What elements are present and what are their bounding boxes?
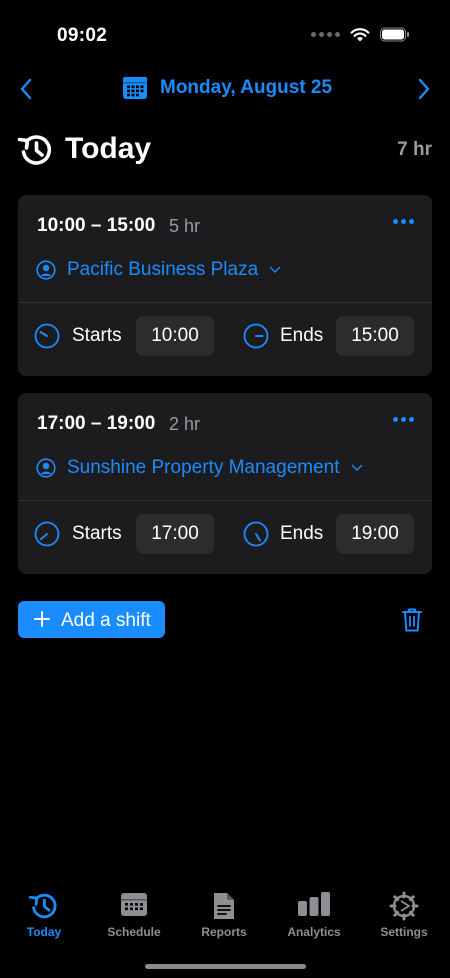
time-row: Starts 10:00 Ends 15:00	[18, 316, 432, 356]
tab-label: Settings	[380, 925, 428, 939]
tab-schedule[interactable]: Schedule	[94, 888, 174, 944]
tab-label: Today	[26, 925, 62, 939]
shift-time-range: 17:00 – 19:00	[37, 413, 156, 434]
clock-start-icon	[34, 323, 60, 349]
person-circle-icon	[36, 458, 56, 478]
shift-more-button[interactable]	[393, 417, 414, 422]
client-name: Pacific Business Plaza	[67, 259, 259, 280]
starts-label: Starts	[72, 523, 122, 544]
shift-duration: 2 hr	[169, 414, 201, 434]
home-indicator	[145, 964, 306, 969]
document-icon	[214, 893, 234, 919]
starts-label: Starts	[72, 325, 122, 346]
history-clock-icon	[17, 135, 52, 165]
shift-more-button[interactable]	[393, 219, 414, 224]
chevron-left-icon	[20, 78, 32, 100]
status-time: 09:02	[57, 25, 108, 46]
time-row: Starts 17:00 Ends 19:00	[18, 514, 432, 554]
total-hours: 7 hr	[397, 139, 432, 160]
wifi-icon	[350, 28, 370, 42]
plus-icon	[34, 611, 50, 627]
person-circle-icon	[36, 260, 56, 280]
shift-time-range: 10:00 – 15:00	[37, 215, 156, 236]
end-time-field[interactable]: 15:00	[336, 316, 414, 356]
calendar-grid-icon	[121, 893, 147, 916]
status-icons	[311, 27, 410, 42]
ends-label: Ends	[280, 325, 324, 346]
tab-label: Schedule	[107, 925, 161, 939]
client-name: Sunshine Property Management	[67, 457, 340, 478]
start-time-field[interactable]: 10:00	[136, 316, 214, 356]
chevron-down-icon	[269, 266, 281, 273]
status-bar: 09:02	[0, 0, 450, 60]
next-day-button[interactable]	[412, 76, 436, 102]
divider	[18, 302, 432, 303]
divider	[18, 500, 432, 501]
start-time-field[interactable]: 17:00	[136, 514, 214, 554]
shift-duration: 5 hr	[169, 216, 201, 236]
chevron-down-icon	[351, 464, 362, 471]
clock-end-icon	[243, 323, 269, 349]
client-selector[interactable]: Sunshine Property Management	[36, 457, 363, 479]
tab-label: Analytics	[287, 925, 341, 939]
end-time-field[interactable]: 19:00	[336, 514, 414, 554]
page-title: Today	[65, 132, 152, 165]
tab-label: Reports	[201, 925, 247, 939]
calendar-icon	[123, 77, 147, 99]
bar-chart-icon	[298, 892, 330, 916]
tab-analytics[interactable]: Analytics	[274, 888, 354, 944]
gear-icon	[389, 891, 419, 921]
today-header: Today 7 hr	[17, 130, 432, 170]
ends-label: Ends	[280, 523, 324, 544]
tab-bar: Today Schedule Reports Analytics Setting…	[0, 888, 450, 948]
previous-day-button[interactable]	[14, 76, 38, 102]
shift-card: 17:00 – 19:00 2 hr Sunshine Property Man…	[18, 393, 432, 574]
add-shift-label: Add a shift	[61, 610, 151, 631]
tab-reports[interactable]: Reports	[184, 888, 264, 944]
date-navigation: Monday, August 25	[0, 72, 450, 106]
date-label: Monday, August 25	[160, 76, 333, 98]
clock-end-icon	[243, 521, 269, 547]
tab-today[interactable]: Today	[4, 888, 84, 944]
shift-card: 10:00 – 15:00 5 hr Pacific Business Plaz…	[18, 195, 432, 376]
history-clock-icon	[28, 893, 57, 919]
battery-icon	[380, 27, 409, 42]
chevron-right-icon	[418, 78, 430, 100]
date-picker-button[interactable]: Monday, August 25	[122, 75, 332, 100]
client-selector[interactable]: Pacific Business Plaza	[36, 259, 281, 281]
add-shift-button[interactable]: Add a shift	[18, 601, 165, 638]
clock-start-icon	[34, 521, 60, 547]
tab-settings[interactable]: Settings	[364, 888, 444, 944]
trash-icon[interactable]	[401, 607, 423, 633]
signal-dots-icon	[311, 32, 340, 37]
